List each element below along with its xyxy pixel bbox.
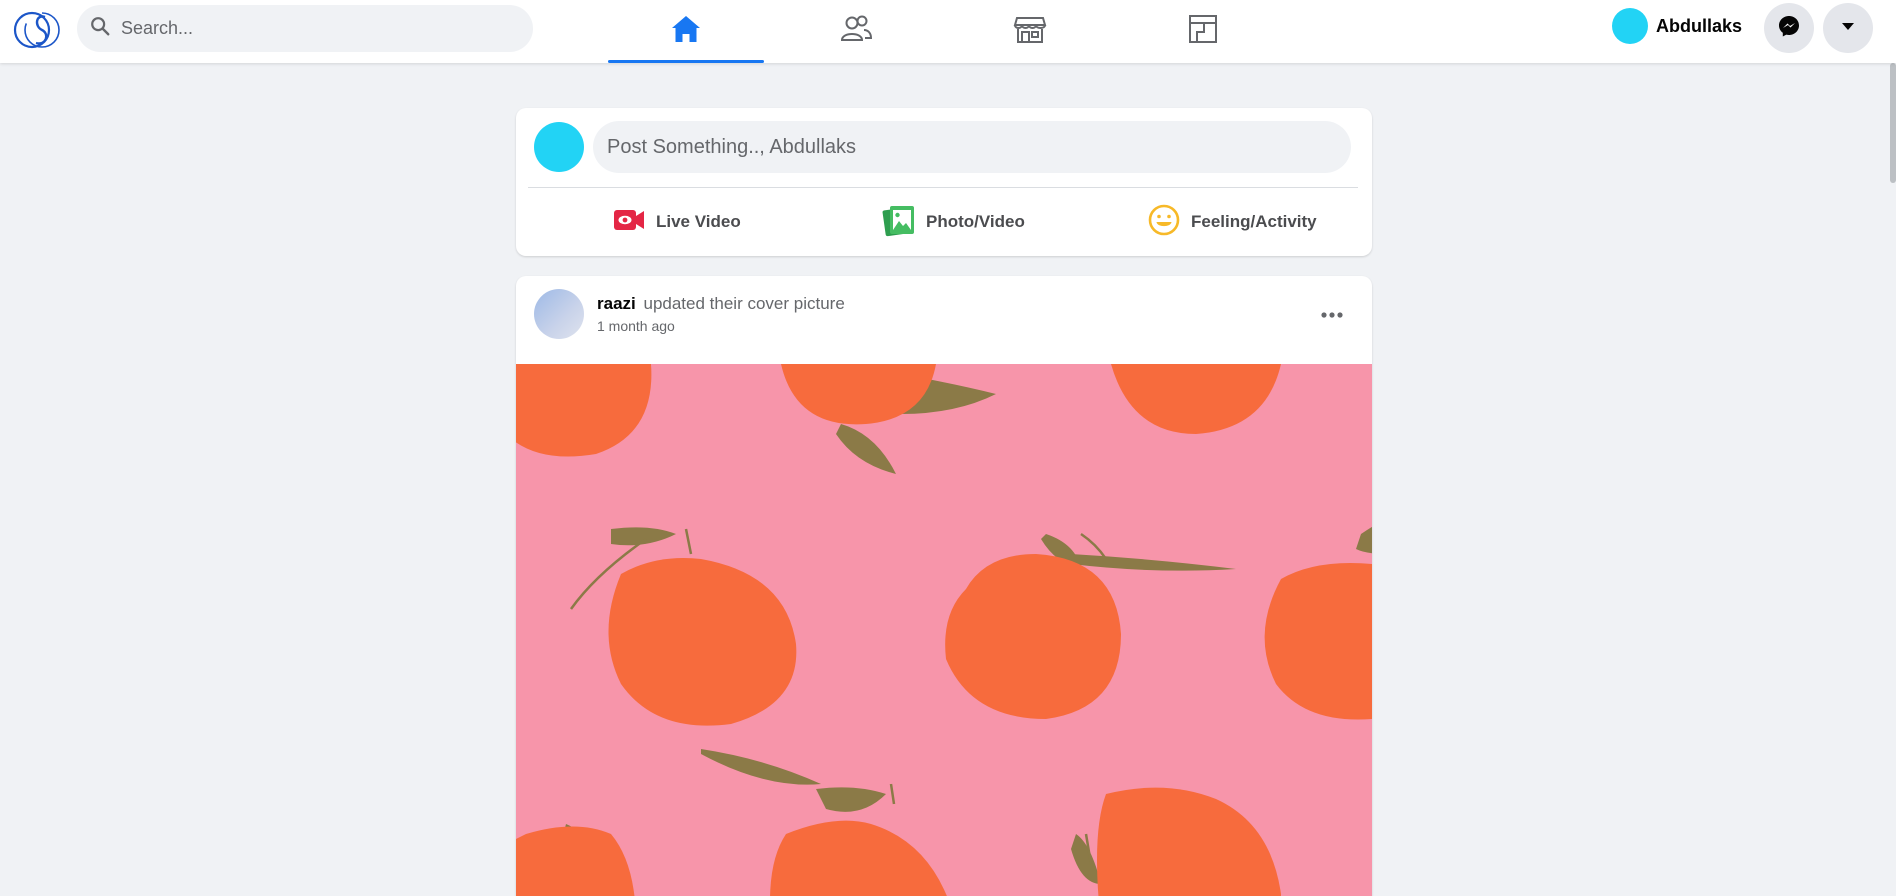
feeling-activity-label: Feeling/Activity: [1191, 212, 1317, 231]
post-action-text: updated their cover picture: [643, 294, 845, 313]
video-camera-icon: [612, 203, 646, 242]
live-video-button[interactable]: Live Video: [602, 200, 741, 244]
friends-icon: [839, 12, 873, 51]
live-video-label: Live Video: [656, 212, 741, 231]
tab-friends[interactable]: [778, 0, 934, 63]
messenger-icon: [1777, 14, 1801, 43]
search-box[interactable]: [77, 5, 533, 52]
search-icon: [89, 15, 111, 42]
search-input[interactable]: [121, 18, 501, 39]
caret-down-icon: [1840, 18, 1856, 39]
post-options-button[interactable]: [1312, 300, 1352, 330]
profile-name: Abdullaks: [1656, 15, 1743, 36]
avatar[interactable]: [534, 122, 584, 172]
post-composer-input[interactable]: [593, 121, 1351, 173]
account-menu-button[interactable]: [1823, 3, 1873, 53]
photo-video-label: Photo/Video: [926, 212, 1025, 231]
tab-groups[interactable]: [1125, 0, 1281, 63]
avatar[interactable]: [534, 289, 584, 339]
feeling-activity-button[interactable]: Feeling/Activity: [1137, 200, 1317, 244]
cover-picture-image[interactable]: [516, 364, 1372, 896]
post-card: raazi updated their cover picture 1 mont…: [516, 276, 1372, 896]
divider: [528, 187, 1358, 188]
create-post-card: Live Video Photo/Video Feeling/Activity: [516, 108, 1372, 256]
post-author[interactable]: raazi: [597, 294, 636, 313]
cs-logo-icon[interactable]: [12, 6, 64, 54]
layout-icon: [1186, 12, 1220, 51]
photo-icon: [882, 203, 916, 242]
tab-marketplace[interactable]: [952, 0, 1108, 63]
scrollbar[interactable]: [1890, 63, 1896, 183]
smiley-icon: [1147, 203, 1181, 242]
top-navigation-bar: Abdullaks: [0, 0, 1896, 63]
post-header-text: raazi updated their cover picture: [597, 294, 845, 314]
store-icon: [1013, 12, 1047, 51]
more-dots-icon: [1320, 306, 1344, 324]
avatar: [1612, 8, 1648, 44]
home-icon: [669, 12, 703, 51]
photo-video-button[interactable]: Photo/Video: [872, 200, 1025, 244]
tab-home[interactable]: [608, 0, 764, 63]
profile-shortcut[interactable]: Abdullaks: [1612, 6, 1742, 46]
messenger-button[interactable]: [1764, 3, 1814, 53]
post-timestamp[interactable]: 1 month ago: [597, 318, 675, 334]
